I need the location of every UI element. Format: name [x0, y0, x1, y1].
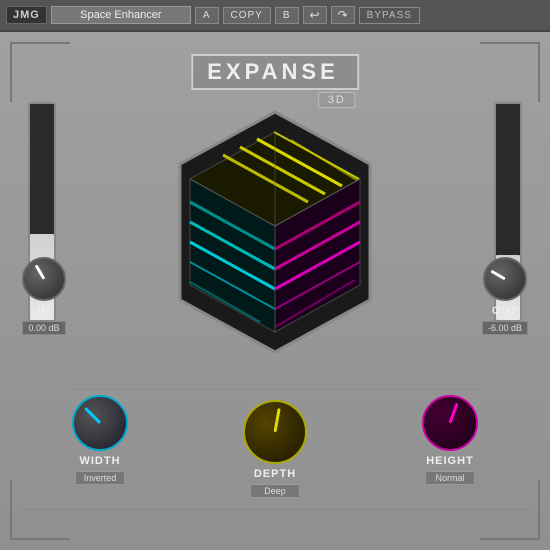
height-mode[interactable]: Normal: [425, 471, 475, 485]
expanse-label: EXPANSE: [191, 54, 359, 90]
btn-redo[interactable]: ↷: [331, 6, 355, 24]
in-knob[interactable]: [22, 257, 66, 301]
cube-display: [145, 102, 405, 362]
in-knob-section: IN 0.00 dB: [22, 257, 66, 335]
corner-decor-bl: [10, 480, 70, 540]
btn-b[interactable]: B: [275, 7, 299, 24]
in-knob-label: IN: [38, 305, 51, 317]
top-bar: JMG Space Enhancer A COPY B ↩ ↷ BYPASS: [0, 0, 550, 32]
height-knob[interactable]: [422, 395, 478, 451]
preset-name: Space Enhancer: [51, 6, 191, 24]
width-knob-section: WIDTH Inverted: [72, 395, 128, 485]
height-knob-label: HEIGHT: [426, 455, 474, 467]
plugin-title: EXPANSE 3D: [191, 54, 359, 108]
corner-decor-tl: [10, 42, 70, 102]
out-knob-section: OUT -6.00 dB: [482, 257, 528, 335]
out-knob-label: OUT: [492, 305, 518, 317]
out-knob[interactable]: [483, 257, 527, 301]
width-knob[interactable]: [72, 395, 128, 451]
height-knob-section: HEIGHT Normal: [422, 395, 478, 485]
panel-divider-h: [70, 389, 480, 390]
btn-undo[interactable]: ↩: [303, 6, 327, 24]
depth-mode[interactable]: Deep: [250, 484, 300, 498]
corner-decor-br: [480, 480, 540, 540]
main-panel: EXPANSE 3D: [0, 32, 550, 550]
width-knob-label: WIDTH: [79, 455, 120, 467]
btn-a[interactable]: A: [195, 7, 219, 24]
depth-knob-section: DEPTH Deep: [243, 400, 307, 498]
panel-bottom-line: [20, 509, 530, 510]
logo: JMG: [6, 6, 47, 24]
cube-svg: [145, 102, 405, 362]
depth-knob[interactable]: [243, 400, 307, 464]
btn-bypass[interactable]: BYPASS: [359, 7, 420, 24]
corner-decor-tr: [480, 42, 540, 102]
depth-knob-label: DEPTH: [254, 468, 296, 480]
width-mode[interactable]: Inverted: [75, 471, 125, 485]
in-knob-value: 0.00 dB: [22, 321, 65, 335]
btn-copy[interactable]: COPY: [223, 7, 271, 24]
out-knob-value: -6.00 dB: [482, 321, 528, 335]
